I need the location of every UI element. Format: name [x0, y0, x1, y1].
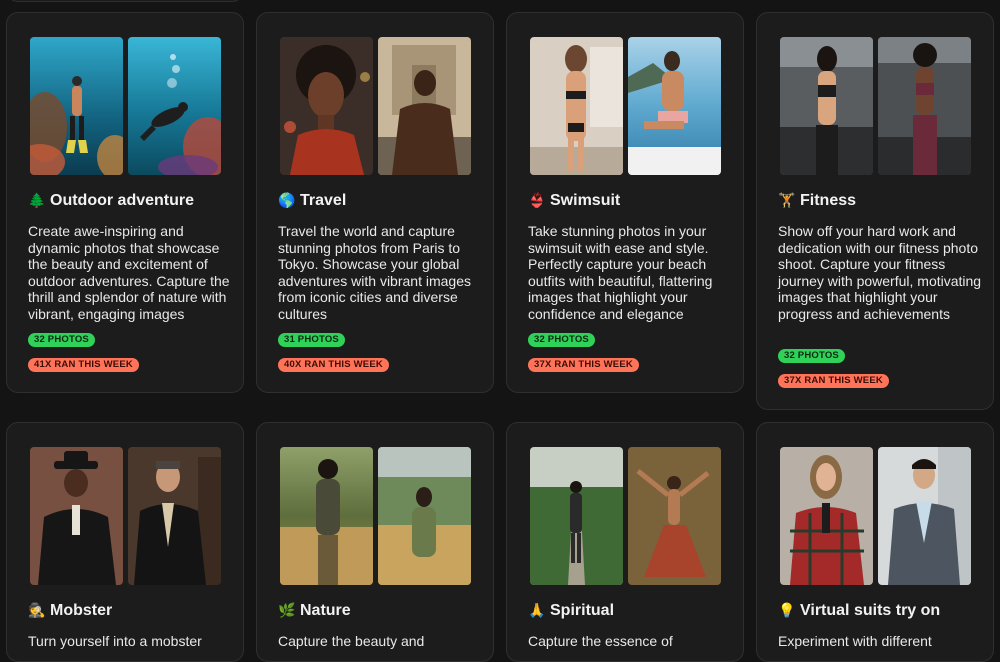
card-description: Create awe-inspiring and dynamic photos … [28, 223, 230, 322]
category-card-mobster[interactable]: 🕵 Mobster Turn yourself into a mobster [6, 422, 244, 662]
category-card-travel[interactable]: 🌎 Travel Travel the world and capture st… [256, 12, 494, 393]
card-image-pair [530, 447, 721, 585]
beach-photo [628, 37, 721, 175]
card-title: 🌿 Nature [278, 602, 351, 620]
garden-path-photo [530, 447, 623, 585]
scuba-diver-photo [30, 37, 123, 175]
runs-this-week-badge: 37X RAN THIS WEEK [778, 374, 889, 388]
field-photo [378, 447, 471, 585]
runs-this-week-badge: 37X RAN THIS WEEK [528, 358, 639, 372]
card-image-pair [530, 37, 721, 175]
card-title-text: Mobster [50, 602, 113, 619]
portrait-photo [280, 37, 373, 175]
runs-this-week-badge: 40X RAN THIS WEEK [278, 358, 389, 372]
card-image-pair [280, 447, 471, 585]
card-description: Show off your hard work and dedication w… [778, 223, 982, 322]
monument-photo [378, 37, 471, 175]
category-card-virtual-suits[interactable]: 💡 Virtual suits try on Experiment with d… [756, 422, 994, 662]
card-description: Turn yourself into a mobster [28, 633, 202, 649]
globe-icon: 🌎 [278, 193, 296, 209]
card-description: Experiment with different [778, 633, 932, 649]
plaid-suit-photo [780, 447, 873, 585]
photos-count-badge: 32 PHOTOS [28, 333, 95, 347]
card-image-pair [780, 447, 971, 585]
card-title-text: Virtual suits try on [800, 602, 941, 619]
card-title-text: Nature [300, 602, 351, 619]
card-description: Capture the essence of [528, 633, 673, 649]
card-image-pair [30, 37, 221, 175]
category-card-swimsuit[interactable]: 👙 Swimsuit Take stunning photos in your … [506, 12, 744, 393]
runs-this-week-badge: 41X RAN THIS WEEK [28, 358, 139, 372]
card-title: 🌎 Travel [278, 192, 346, 210]
category-card-spiritual[interactable]: 🙏 Spiritual Capture the essence of [506, 422, 744, 662]
photos-count-badge: 32 PHOTOS [528, 333, 595, 347]
card-title-text: Swimsuit [550, 192, 621, 209]
light-bulb-icon: 💡 [778, 603, 796, 619]
category-card-fitness[interactable]: 🏋 Fitness Show off your hard work and de… [756, 12, 994, 410]
card-description: Capture the beauty and [278, 633, 425, 649]
card-title-text: Travel [300, 192, 347, 209]
category-card-outdoor-adventure[interactable]: 🌲 Outdoor adventure Create awe-inspiring… [6, 12, 244, 393]
card-title: 👙 Swimsuit [528, 192, 620, 210]
photos-count-badge: 31 PHOTOS [278, 333, 345, 347]
card-title-text: Outdoor adventure [50, 192, 195, 209]
card-title: 🌲 Outdoor adventure [28, 192, 194, 210]
tree-icon: 🌲 [28, 193, 46, 209]
category-card-nature[interactable]: 🌿 Nature Capture the beauty and [256, 422, 494, 662]
card-image-pair [30, 447, 221, 585]
card-title: 💡 Virtual suits try on [778, 602, 940, 620]
photos-count-badge: 32 PHOTOS [778, 349, 845, 363]
card-title: 🕵 Mobster [28, 602, 112, 620]
card-title: 🙏 Spiritual [528, 602, 614, 620]
gym-photo [780, 37, 873, 175]
bikini-icon: 👙 [528, 193, 546, 209]
card-title: 🏋 Fitness [778, 192, 856, 210]
previous-card-edge [6, 0, 244, 2]
herb-icon: 🌿 [278, 603, 296, 619]
weightlifter-icon: 🏋 [778, 193, 796, 209]
card-image-pair [280, 37, 471, 175]
gym-photo [878, 37, 971, 175]
dancer-photo [628, 447, 721, 585]
swimsuit-photo [530, 37, 623, 175]
card-title-text: Fitness [800, 192, 857, 209]
card-title-text: Spiritual [550, 602, 615, 619]
folded-hands-icon: 🙏 [528, 603, 546, 619]
scuba-diver-photo [128, 37, 221, 175]
card-image-pair [780, 37, 971, 175]
grey-suit-photo [878, 447, 971, 585]
card-description: Travel the world and capture stunning ph… [278, 223, 471, 322]
field-photo [280, 447, 373, 585]
mobster-photo [128, 447, 221, 585]
mobster-photo [30, 447, 123, 585]
card-description: Take stunning photos in your swimsuit wi… [528, 223, 713, 322]
detective-icon: 🕵 [28, 603, 46, 619]
